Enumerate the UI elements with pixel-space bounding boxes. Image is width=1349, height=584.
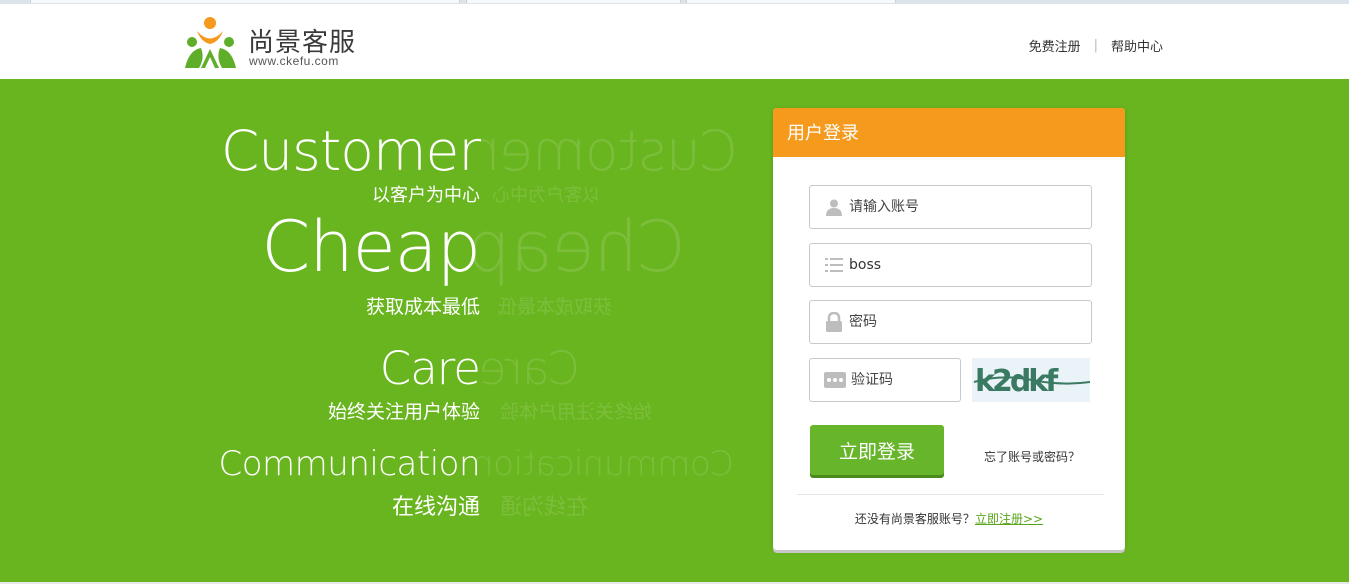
slogan-en-communication: Communication [218,444,481,484]
slogan-cn-care-reflection: 始终关注用户体验 [499,401,652,423]
register-prompt-text: 还没有尚景客服账号？ [854,512,975,526]
captcha-field[interactable] [809,358,1025,402]
slogan-cn-communication-reflection: 在线沟通 [499,495,588,520]
slogan-en-care-reflection: Care [479,342,580,395]
register-prompt: 还没有尚景客服账号？立即注册>> [773,510,1125,527]
register-now-link[interactable]: 立即注册>> [975,512,1043,526]
link-separator: | [1093,38,1098,53]
top-links: 免费注册 | 帮助中心 [1029,36,1163,55]
slogan-en-customer-reflection: Customer [478,119,738,183]
account-field[interactable] [809,185,1092,229]
user-icon [824,197,844,217]
slogan-en-cheap-reflection: Cheap [467,206,686,288]
slogan-cn-cheap-reflection: 获取成本最低 [497,296,612,318]
forgot-password-link[interactable]: 忘了账号或密码？ [984,448,1080,465]
list-icon [824,255,844,275]
slogan-en-cheap: Cheap [261,206,481,288]
slogan-cn-customer: 以客户为中心 [372,185,480,206]
captcha-image[interactable]: k2dkf [972,358,1090,402]
divider [797,494,1104,495]
password-input[interactable] [849,314,1091,330]
slogan-en-customer: Customer [220,119,481,183]
slogan-cn-care: 始终关注用户体验 [327,401,480,423]
company-field[interactable] [809,243,1092,287]
help-center-link[interactable]: 帮助中心 [1111,36,1163,55]
company-input[interactable] [849,257,1091,273]
dots-icon [824,370,846,390]
password-field[interactable] [809,300,1092,344]
login-button[interactable]: 立即登录 [810,425,944,475]
slogan-cn-customer-reflection: 以客户为中心 [492,185,600,206]
site-header: 尚景客服 www.ckefu.com 免费注册 | 帮助中心 [0,4,1349,79]
slogan-en-communication-reflection: Communication [472,444,734,484]
hero-banner: Customer Customer 以客户为中心 以客户为中心 Cheap Ch… [0,79,1349,582]
browser-tab[interactable] [466,0,681,3]
slogan-cn-communication: 在线沟通 [391,495,480,520]
login-panel: 用户登录 k2dkf 立即登录 忘了账号或密码？ 还没有尚景客服账号？立即 [773,108,1125,550]
brand-url: www.ckefu.com [249,54,339,68]
slogan-cn-cheap: 获取成本最低 [365,296,480,318]
browser-tab[interactable] [30,0,460,3]
site-logo[interactable]: 尚景客服 www.ckefu.com [183,16,363,74]
browser-tab[interactable] [686,0,896,3]
logo-people-icon [185,17,236,68]
login-title: 用户登录 [773,108,1125,157]
slogan-en-care: Care [379,342,481,395]
register-link[interactable]: 免费注册 [1029,36,1081,55]
account-input[interactable] [849,199,1091,215]
lock-icon [824,312,844,332]
